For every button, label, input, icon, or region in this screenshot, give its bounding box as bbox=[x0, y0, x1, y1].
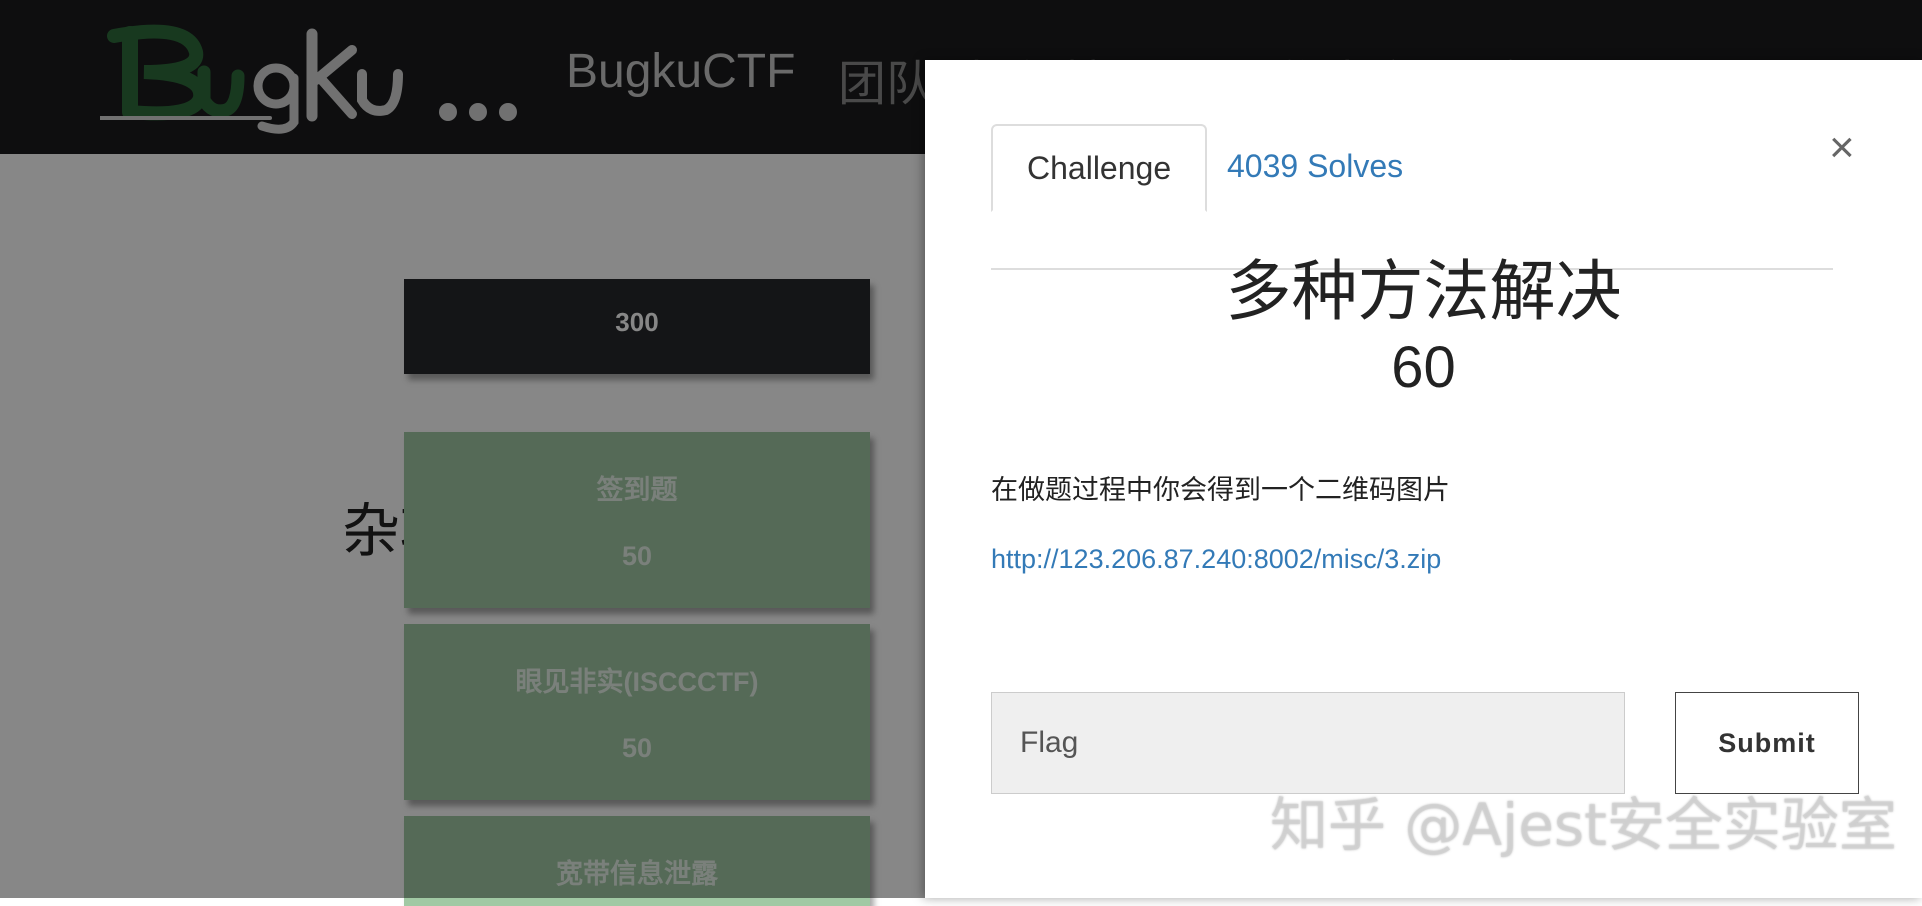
challenge-description: 在做题过程中你会得到一个二维码图片 bbox=[991, 475, 1450, 505]
challenge-file-link[interactable]: http://123.206.87.240:8002/misc/3.zip bbox=[991, 544, 1441, 575]
tab-solves[interactable]: 4039 Solves bbox=[1193, 124, 1437, 208]
challenge-modal: Challenge 4039 Solves × 多种方法解决 60 在做题过程中… bbox=[925, 60, 1922, 898]
close-icon[interactable]: × bbox=[1829, 126, 1855, 170]
challenge-value: 60 bbox=[1391, 335, 1456, 400]
watermark: 知乎 @Ajest安全实验室 bbox=[1270, 791, 1897, 859]
tab-challenge[interactable]: Challenge bbox=[991, 124, 1208, 212]
challenge-title: 多种方法解决 bbox=[1225, 254, 1622, 328]
